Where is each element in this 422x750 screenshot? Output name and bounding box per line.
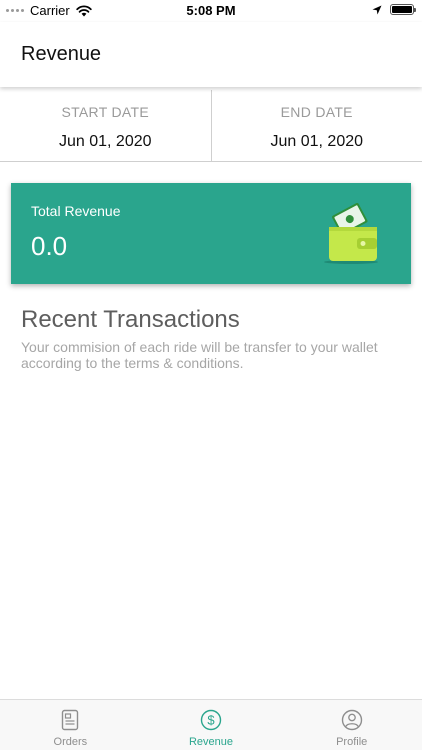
tab-bar: Orders $ Revenue Profile	[0, 699, 422, 750]
total-revenue-value: 0.0	[31, 231, 68, 261]
start-date-value[interactable]: Jun 01, 2020	[0, 133, 211, 151]
nav-header: Revenue	[0, 22, 422, 87]
tab-orders[interactable]: Orders	[0, 700, 141, 750]
start-date-label: START DATE	[61, 104, 150, 120]
status-time: 5:08 PM	[186, 3, 236, 18]
end-date-picker[interactable]: END DATE Jun 01, 2020	[212, 90, 422, 161]
location-arrow-icon	[372, 5, 382, 14]
recent-transactions-description: Your commision of each ride will be tran…	[21, 339, 378, 371]
recent-transactions-title: Recent Transactions	[21, 306, 240, 333]
end-date-value[interactable]: Jun 01, 2020	[212, 133, 422, 151]
total-revenue-card: Total Revenue 0.0	[11, 183, 411, 284]
status-bar: Carrier 5:08 PM	[0, 0, 422, 22]
tab-revenue[interactable]: $ Revenue	[141, 700, 282, 750]
svg-text:$: $	[207, 713, 215, 728]
tab-orders-label: Orders	[53, 736, 88, 748]
total-revenue-label: Total Revenue	[31, 203, 121, 219]
date-range: START DATE Jun 01, 2020 END DATE Jun 01,…	[0, 90, 422, 162]
battery-icon	[390, 4, 416, 15]
wallet-icon	[324, 203, 378, 264]
user-circle-icon	[341, 709, 362, 731]
document-icon	[62, 709, 79, 731]
dollar-circle-icon: $	[200, 709, 222, 731]
end-date-label: END DATE	[280, 104, 353, 120]
tab-profile[interactable]: Profile	[281, 700, 422, 750]
tab-revenue-label: Revenue	[188, 736, 234, 748]
page-title: Revenue	[21, 43, 102, 65]
status-right	[372, 4, 416, 15]
tab-profile-label: Profile	[336, 736, 368, 748]
start-date-picker[interactable]: START DATE Jun 01, 2020	[0, 90, 212, 161]
